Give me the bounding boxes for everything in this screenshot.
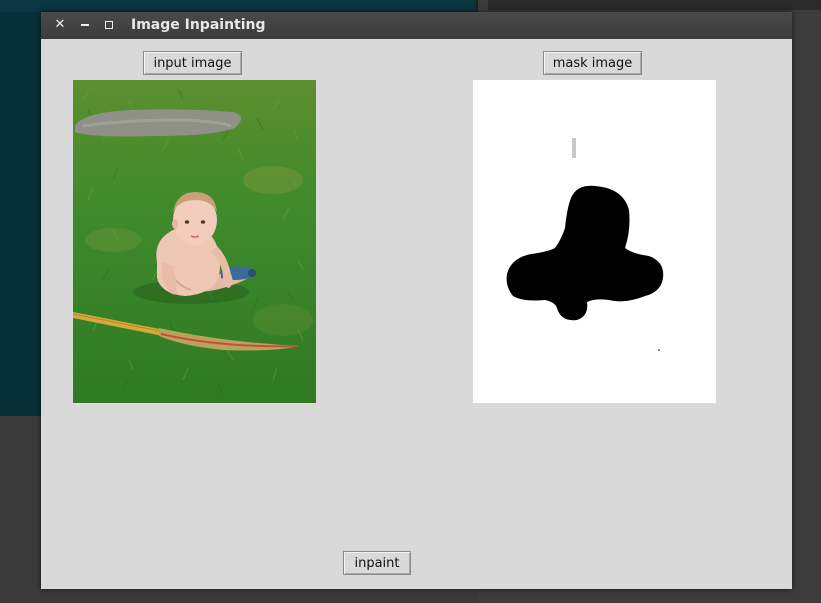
title-bar[interactable]: ✕ Image Inpainting — [41, 12, 792, 39]
close-button[interactable]: ✕ — [53, 18, 67, 32]
inpaint-button[interactable]: inpaint — [343, 551, 411, 575]
mask-image-canvas — [473, 80, 716, 403]
input-image-photo — [73, 80, 316, 403]
input-image-canvas — [73, 80, 316, 403]
minimize-button[interactable] — [78, 18, 92, 32]
mask-image-button[interactable]: mask image — [543, 51, 642, 75]
close-icon: ✕ — [54, 17, 66, 32]
background-panel-top — [488, 0, 821, 10]
maximize-button[interactable] — [102, 18, 116, 32]
background-editor-tabs — [0, 0, 476, 12]
app-window: ✕ Image Inpainting input image mask imag… — [41, 12, 792, 589]
minimize-icon — [81, 24, 89, 26]
maximize-icon — [105, 21, 113, 29]
input-image-button[interactable]: input image — [143, 51, 242, 75]
window-title: Image Inpainting — [131, 17, 266, 33]
mask-image-drawing — [473, 80, 716, 403]
